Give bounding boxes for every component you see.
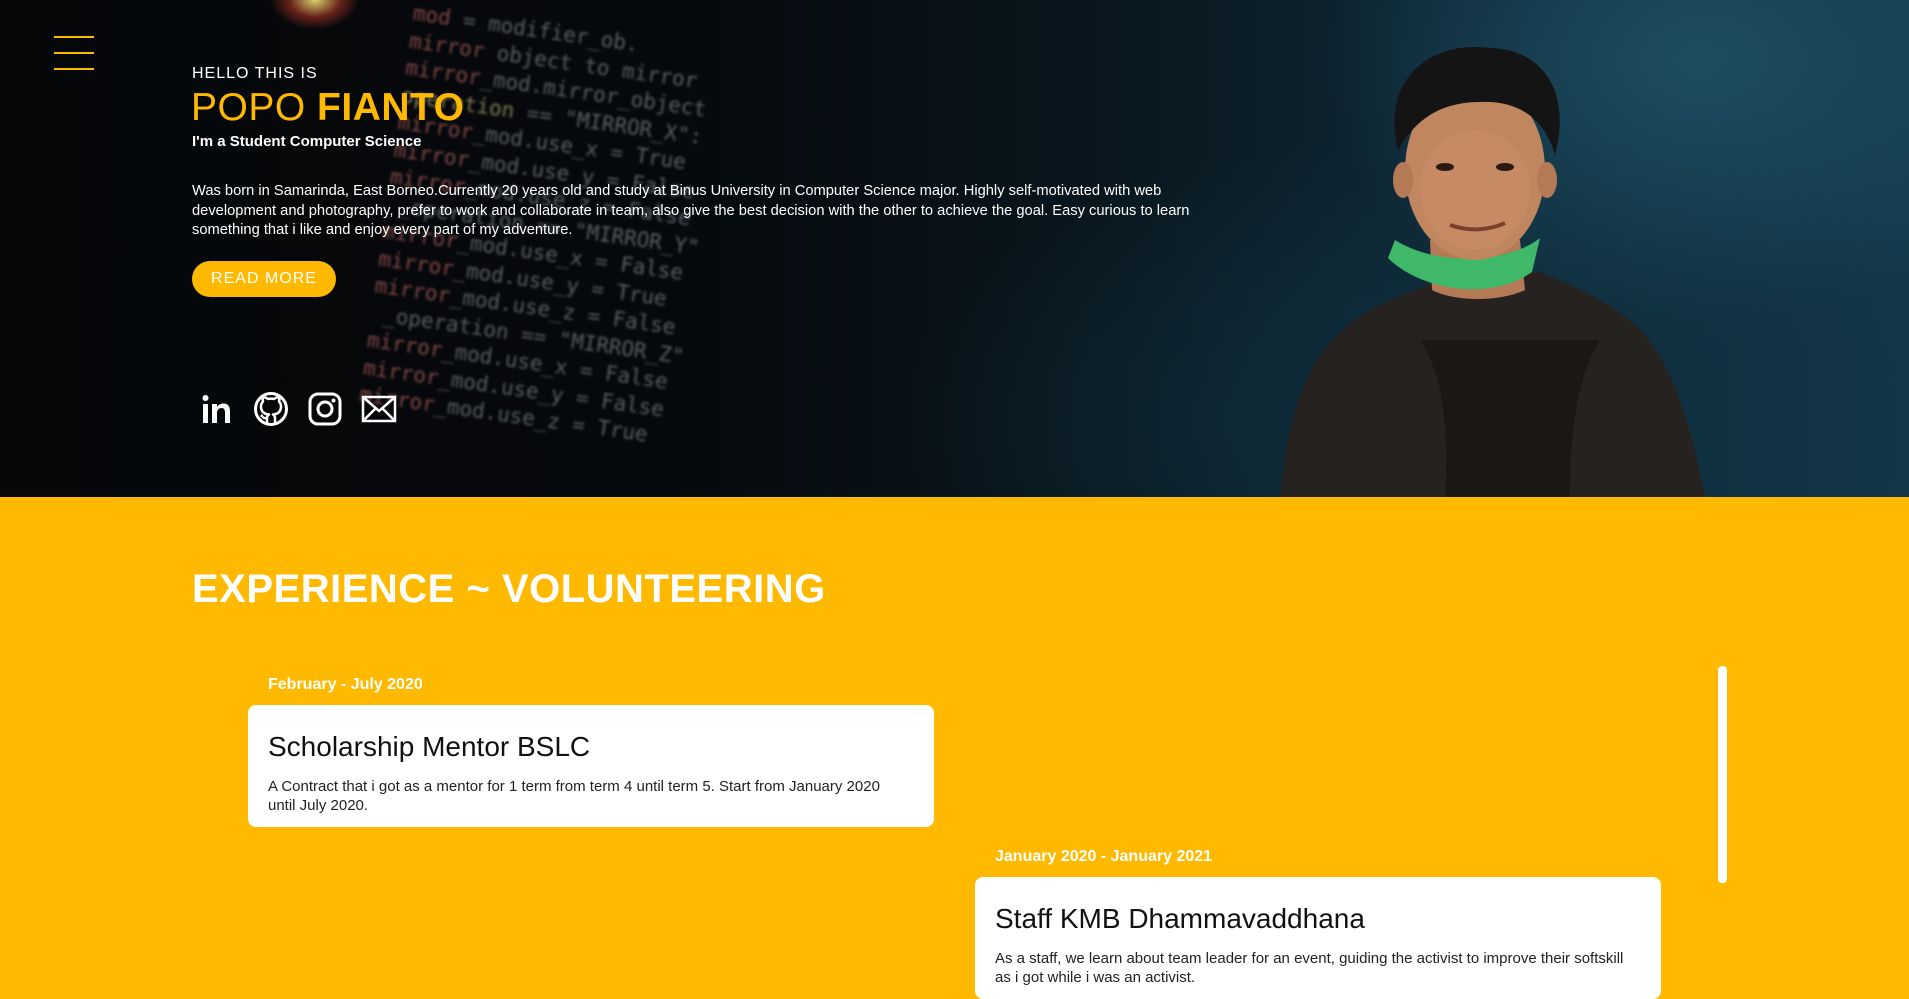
card-description: A Contract that i got as a mentor for 1 … — [268, 778, 880, 814]
timeline-date: February - July 2020 — [268, 676, 423, 693]
background-code-image: mod = modifier_ob. mirror object to mirr… — [357, 0, 708, 447]
instagram-icon[interactable] — [306, 390, 344, 428]
card-description: As a staff, we learn about team leader f… — [995, 950, 1624, 986]
light-flare — [270, 0, 360, 30]
timeline-scrollbar[interactable] — [1718, 666, 1727, 883]
hero-section: mod = modifier_ob. mirror object to mirr… — [0, 0, 1909, 497]
hamburger-menu-icon[interactable] — [54, 36, 94, 70]
last-name: FIANTO — [317, 86, 465, 129]
hero-name: POPO FIANTO — [191, 86, 465, 130]
mail-icon[interactable] — [360, 390, 398, 428]
profile-photo — [1280, 46, 1705, 497]
linkedin-icon[interactable] — [198, 390, 236, 428]
hero-greeting: HELLO THIS IS — [192, 65, 318, 82]
first-name: POPO — [191, 86, 306, 129]
hero-bio: Was born in Samarinda, East Borneo.Curre… — [192, 183, 1190, 238]
experience-card[interactable]: Scholarship Mentor BSLC A Contract that … — [248, 705, 934, 827]
card-title: Scholarship Mentor BSLC — [268, 731, 591, 762]
section-title: EXPERIENCE ~ VOLUNTEERING — [192, 567, 826, 611]
social-links — [198, 390, 398, 428]
github-icon[interactable] — [252, 390, 290, 428]
experience-card[interactable]: Staff KMB Dhammavaddhana As a staff, we … — [975, 877, 1661, 999]
read-more-button[interactable]: READ MORE — [192, 261, 336, 297]
hero-subtitle: I'm a Student Computer Science — [192, 133, 422, 150]
timeline-date: January 2020 - January 2021 — [995, 848, 1213, 865]
card-title: Staff KMB Dhammavaddhana — [995, 903, 1365, 934]
